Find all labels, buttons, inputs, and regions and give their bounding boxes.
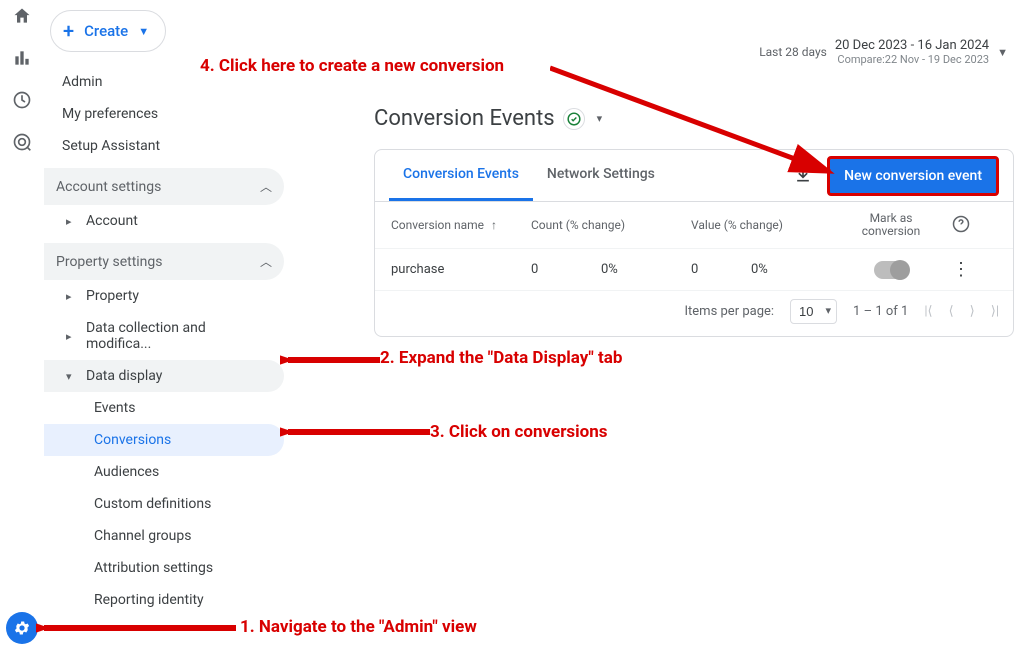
date-range-value: 20 Dec 2023 - 16 Jan 2024 Compare:22 Nov… [835, 38, 989, 66]
date-range-compare: Compare:22 Nov - 19 Dec 2023 [835, 53, 989, 66]
page-first-icon[interactable]: |⟨ [924, 304, 932, 319]
caret-down-icon: ▾ [66, 370, 76, 383]
admin-sidebar: + Create ▼ Admin My preferences Setup As… [44, 0, 284, 650]
page-prev-icon[interactable]: ⟨ [949, 304, 954, 319]
sidebar-item-label: Account [86, 213, 138, 229]
sidebar-item-label: Data display [86, 368, 162, 384]
sidebar-group-account-settings[interactable]: Account settings ︿ [44, 168, 284, 205]
sidebar-sub-events[interactable]: Events [44, 392, 284, 424]
plus-icon: + [63, 19, 74, 43]
admin-gear-button[interactable] [6, 612, 38, 644]
create-button[interactable]: + Create ▼ [50, 10, 166, 52]
sidebar-sub-conversions[interactable]: Conversions [44, 424, 284, 456]
cell-count-pct: 0% [601, 262, 691, 277]
cell-count: 0 [531, 262, 601, 277]
col-count[interactable]: Count (% change) [531, 218, 691, 232]
cell-value-pct: 0% [751, 262, 841, 277]
chevron-down-icon: ▼ [138, 25, 149, 38]
table-header: Conversion name ↑ Count (% change) Value… [375, 202, 1013, 249]
sidebar-link-setup-assistant[interactable]: Setup Assistant [44, 130, 284, 162]
date-range-preset: Last 28 days [759, 45, 827, 59]
new-conversion-event-button[interactable]: New conversion event [827, 156, 999, 196]
sidebar-item-label: Data collection and modifica... [86, 320, 274, 352]
sidebar-sub-audiences[interactable]: Audiences [44, 456, 284, 488]
explore-icon[interactable] [12, 90, 32, 114]
sidebar-group-property-settings[interactable]: Property settings ︿ [44, 243, 284, 280]
reports-icon[interactable] [12, 48, 32, 72]
help-icon[interactable] [941, 215, 981, 236]
sidebar-link-admin[interactable]: Admin [44, 66, 284, 98]
sidebar-group-label: Property settings [56, 254, 163, 270]
pagination: Items per page: 10 1 – 1 of 1 |⟨ ⟨ ⟩ ⟩| [375, 290, 1013, 336]
date-range-main: 20 Dec 2023 - 16 Jan 2024 [835, 38, 989, 53]
sort-asc-icon: ↑ [491, 218, 497, 232]
tab-network-settings[interactable]: Network Settings [533, 150, 669, 201]
mark-as-conversion-toggle[interactable] [841, 261, 941, 279]
page-next-icon[interactable]: ⟩ [970, 304, 975, 319]
sidebar-item-data-display[interactable]: ▾ Data display [44, 360, 284, 392]
sidebar-group-label: Account settings [56, 179, 161, 195]
cell-value: 0 [691, 262, 751, 277]
status-ok-icon[interactable] [563, 108, 585, 130]
col-mark-as-conversion: Mark as conversion [841, 212, 941, 238]
chevron-up-icon: ︿ [260, 178, 272, 195]
sidebar-item-label: Property [86, 288, 139, 304]
sidebar-item-data-collection[interactable]: ▸ Data collection and modifica... [44, 312, 284, 360]
sidebar-item-property[interactable]: ▸ Property [44, 280, 284, 312]
col-value[interactable]: Value (% change) [691, 218, 841, 232]
sidebar-sub-channel-groups[interactable]: Channel groups [44, 520, 284, 552]
chevron-down-icon: ▼ [997, 46, 1008, 59]
tab-conversion-events[interactable]: Conversion Events [389, 150, 533, 201]
sidebar-link-my-preferences[interactable]: My preferences [44, 98, 284, 130]
table-row: purchase 0 0% 0 0% ⋮ [375, 249, 1013, 290]
items-per-page-label: Items per page: [684, 304, 774, 319]
cell-name[interactable]: purchase [391, 262, 531, 277]
page-title: Conversion Events [374, 106, 555, 131]
chevron-down-icon[interactable]: ▾ [597, 112, 603, 125]
download-icon[interactable] [793, 164, 813, 188]
items-per-page-select[interactable]: 10 [790, 299, 837, 324]
conversion-events-card: Conversion Events Network Settings New c… [374, 149, 1014, 337]
sidebar-sub-attribution-settings[interactable]: Attribution settings [44, 552, 284, 584]
sidebar-sub-custom-definitions[interactable]: Custom definitions [44, 488, 284, 520]
advertising-icon[interactable] [12, 132, 32, 156]
main-content: Last 28 days 20 Dec 2023 - 16 Jan 2024 C… [284, 0, 1024, 650]
left-icon-rail [0, 0, 44, 650]
create-button-label: Create [84, 22, 128, 40]
sidebar-item-account[interactable]: ▸ Account [44, 205, 284, 237]
caret-right-icon: ▸ [66, 215, 76, 228]
page-last-icon[interactable]: ⟩| [991, 304, 999, 319]
col-conversion-name[interactable]: Conversion name ↑ [391, 218, 531, 232]
chevron-up-icon: ︿ [260, 253, 272, 270]
caret-right-icon: ▸ [66, 330, 76, 343]
row-menu-icon[interactable]: ⋮ [941, 259, 981, 280]
date-range-picker[interactable]: Last 28 days 20 Dec 2023 - 16 Jan 2024 C… [759, 38, 1008, 66]
caret-right-icon: ▸ [66, 290, 76, 303]
page-range: 1 – 1 of 1 [853, 304, 908, 319]
sidebar-sub-reporting-identity[interactable]: Reporting identity [44, 584, 284, 616]
home-icon[interactable] [12, 6, 32, 30]
